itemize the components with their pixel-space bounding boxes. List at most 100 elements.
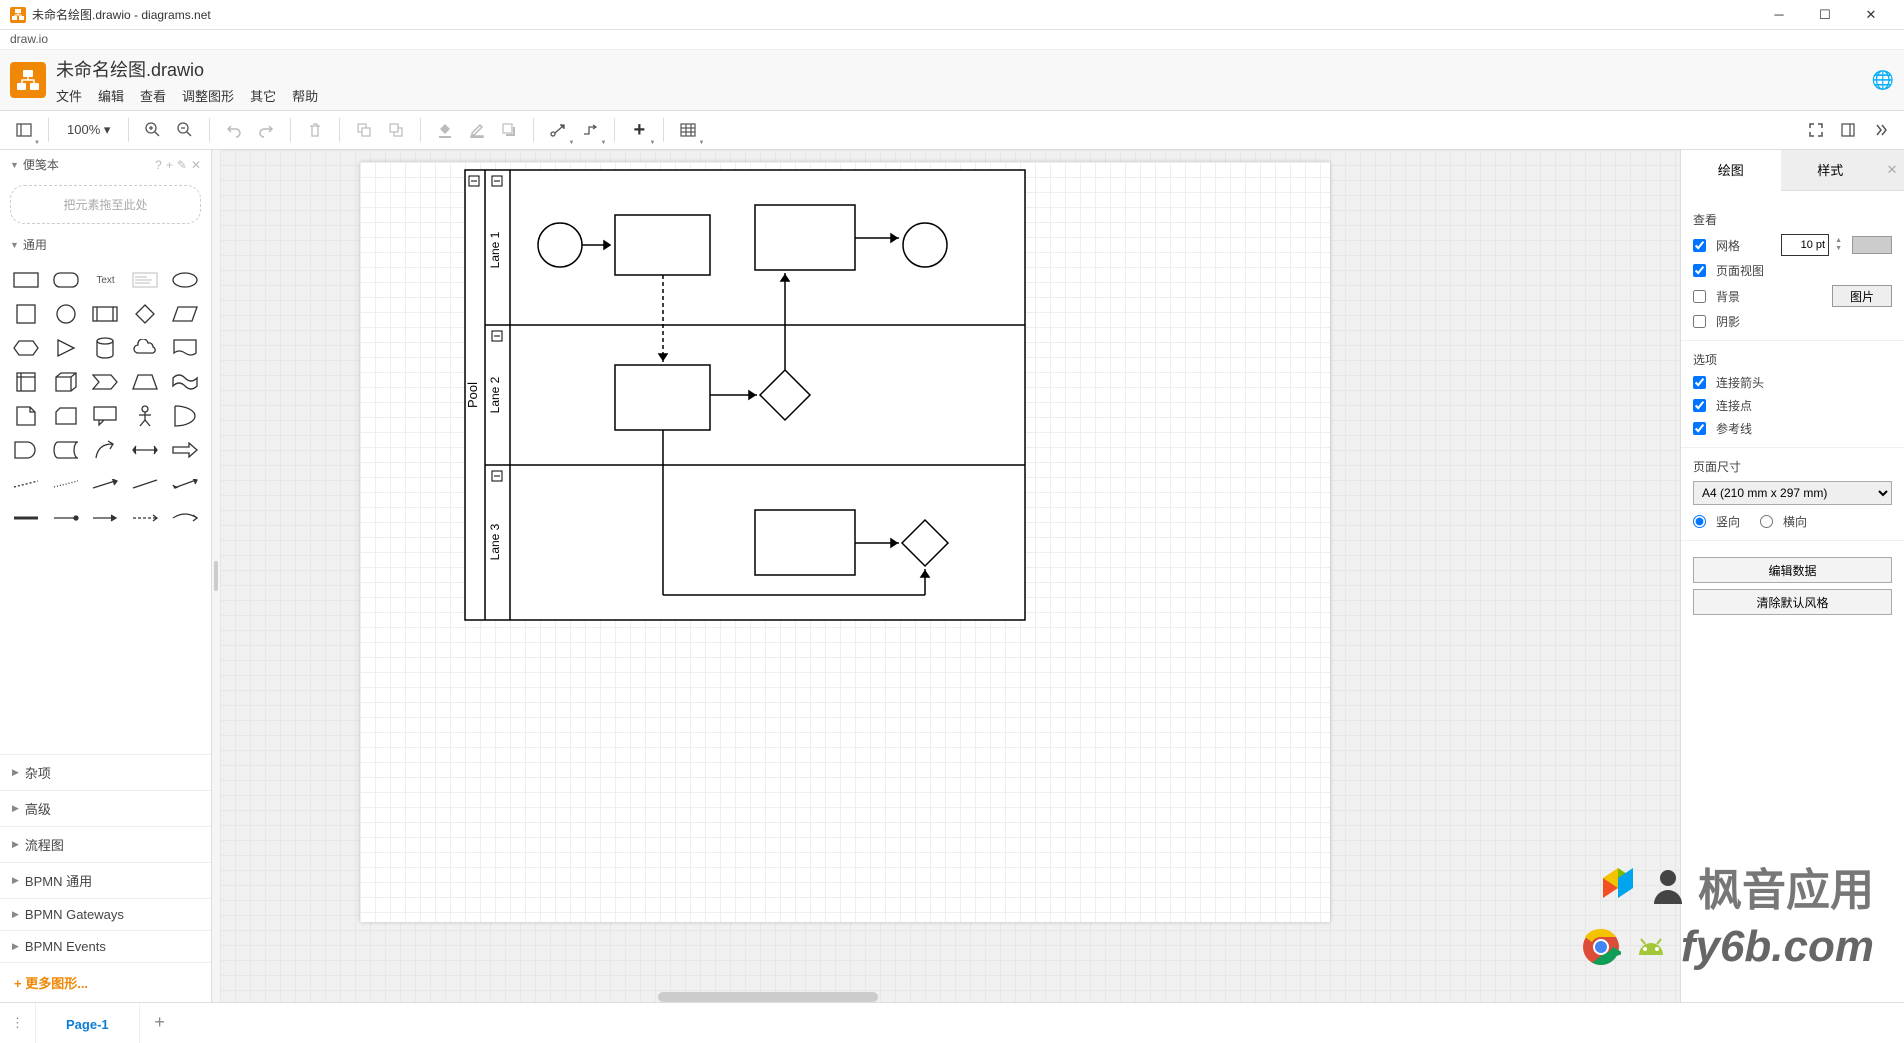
fullscreen-button[interactable]: [1802, 116, 1830, 144]
guides-checkbox[interactable]: [1693, 422, 1706, 435]
pages-menu-icon[interactable]: ⋮: [0, 1003, 36, 1043]
menu-edit[interactable]: 编辑: [98, 86, 124, 105]
conn-points-checkbox[interactable]: [1693, 399, 1706, 412]
shape-document[interactable]: [169, 335, 201, 361]
shape-trapezoid[interactable]: [129, 369, 161, 395]
shape-and[interactable]: [10, 437, 42, 463]
shape-dotted-line[interactable]: [50, 471, 82, 497]
shape-internal-storage[interactable]: [10, 369, 42, 395]
scratchpad-close-icon[interactable]: ✕: [191, 158, 201, 172]
shape-square[interactable]: [10, 301, 42, 327]
delete-button[interactable]: [301, 116, 329, 144]
scratchpad-help-icon[interactable]: ?: [155, 158, 162, 172]
menu-arrange[interactable]: 调整图形: [182, 86, 234, 105]
table-button[interactable]: ▼: [674, 116, 702, 144]
edit-data-button[interactable]: 编辑数据: [1693, 557, 1892, 583]
shape-arrow-block[interactable]: [169, 437, 201, 463]
shape-dashed-line[interactable]: [10, 471, 42, 497]
menu-help[interactable]: 帮助: [292, 86, 318, 105]
grid-size-input[interactable]: [1781, 234, 1829, 256]
page-tab-current[interactable]: Page-1: [36, 1003, 140, 1043]
language-icon[interactable]: 🌐: [1872, 70, 1894, 91]
zoom-out-button[interactable]: [171, 116, 199, 144]
shape-line-arrow-1[interactable]: [90, 471, 122, 497]
category-bpmn-general[interactable]: ▶BPMN 通用: [0, 862, 211, 898]
canvas-area[interactable]: Pool Lane 1 Lane 2 Lane 3: [220, 150, 1680, 1002]
undo-button[interactable]: [220, 116, 248, 144]
shape-process[interactable]: [90, 301, 122, 327]
shape-line-bidir[interactable]: [169, 471, 201, 497]
shape-text[interactable]: Text: [90, 267, 122, 293]
shape-actor[interactable]: [129, 403, 161, 429]
menu-file[interactable]: 文件: [56, 86, 82, 105]
shape-data-storage[interactable]: [50, 437, 82, 463]
shape-rounded-rect[interactable]: [50, 267, 82, 293]
shape-bidir-arrow[interactable]: [129, 437, 161, 463]
close-window-button[interactable]: ✕: [1848, 0, 1894, 30]
shape-note[interactable]: [10, 403, 42, 429]
shape-parallelogram[interactable]: [169, 301, 201, 327]
redo-button[interactable]: [252, 116, 280, 144]
shape-tape[interactable]: [169, 369, 201, 395]
shape-conn-4[interactable]: [169, 505, 201, 531]
page-size-select[interactable]: A4 (210 mm x 297 mm): [1693, 481, 1892, 505]
scratchpad-add-icon[interactable]: +: [166, 158, 173, 172]
landscape-radio[interactable]: [1760, 515, 1773, 528]
shape-card[interactable]: [50, 403, 82, 429]
shape-cylinder[interactable]: [90, 335, 122, 361]
scratchpad-header[interactable]: ▼便笺本 ?+✎✕: [0, 150, 211, 179]
task-1[interactable]: [615, 215, 710, 275]
shape-ellipse[interactable]: [169, 267, 201, 293]
shadow-button[interactable]: [495, 116, 523, 144]
task-3[interactable]: [615, 365, 710, 430]
horizontal-scrollbar[interactable]: [658, 992, 878, 1002]
insert-button[interactable]: +▼: [625, 116, 653, 144]
general-shapes-header[interactable]: ▼通用: [0, 230, 211, 259]
fill-color-button[interactable]: [431, 116, 459, 144]
shape-rect[interactable]: [10, 267, 42, 293]
grid-step-down[interactable]: ▼: [1835, 245, 1842, 253]
menu-extras[interactable]: 其它: [250, 86, 276, 105]
shape-callout[interactable]: [90, 403, 122, 429]
shape-textbox[interactable]: [129, 267, 161, 293]
category-bpmn-gateways[interactable]: ▶BPMN Gateways: [0, 898, 211, 930]
minimize-button[interactable]: ─: [1756, 0, 1802, 30]
collapse-expand-button[interactable]: [1866, 116, 1894, 144]
grid-step-up[interactable]: ▲: [1835, 237, 1842, 245]
waypoint-button[interactable]: ▼: [576, 116, 604, 144]
format-panel-button[interactable]: [1834, 116, 1862, 144]
grid-checkbox[interactable]: [1693, 239, 1706, 252]
category-bpmn-events[interactable]: ▶BPMN Events: [0, 930, 211, 962]
to-back-button[interactable]: [382, 116, 410, 144]
background-checkbox[interactable]: [1693, 290, 1706, 303]
reset-style-button[interactable]: 清除默认风格: [1693, 589, 1892, 615]
add-page-button[interactable]: +: [140, 1003, 180, 1043]
maximize-button[interactable]: ☐: [1802, 0, 1848, 30]
shape-hexagon[interactable]: [10, 335, 42, 361]
portrait-radio[interactable]: [1693, 515, 1706, 528]
shape-conn-1[interactable]: [50, 505, 82, 531]
shape-triangle[interactable]: [50, 335, 82, 361]
image-button[interactable]: 图片: [1832, 285, 1892, 307]
grid-color-swatch[interactable]: [1852, 236, 1892, 254]
shape-curve-arrow[interactable]: [90, 437, 122, 463]
category-misc[interactable]: ▶杂项: [0, 754, 211, 790]
conn-arrows-checkbox[interactable]: [1693, 376, 1706, 389]
shape-conn-3[interactable]: [129, 505, 161, 531]
sidebar-splitter[interactable]: [212, 150, 220, 1002]
category-flowchart[interactable]: ▶流程图: [0, 826, 211, 862]
document-title[interactable]: 未命名绘图.drawio: [56, 56, 318, 82]
task-4[interactable]: [755, 510, 855, 575]
shape-conn-2[interactable]: [90, 505, 122, 531]
menu-view[interactable]: 查看: [140, 86, 166, 105]
scratchpad-dropzone[interactable]: 把元素拖至此处: [10, 185, 201, 224]
shape-thick-line[interactable]: [10, 505, 42, 531]
to-front-button[interactable]: [350, 116, 378, 144]
category-advanced[interactable]: ▶高级: [0, 790, 211, 826]
connection-button[interactable]: ▼: [544, 116, 572, 144]
page-view-checkbox[interactable]: [1693, 264, 1706, 277]
scratchpad-edit-icon[interactable]: ✎: [177, 158, 187, 172]
shadow-checkbox[interactable]: [1693, 315, 1706, 328]
tab-style[interactable]: 样式: [1781, 150, 1881, 190]
shape-circle[interactable]: [50, 301, 82, 327]
